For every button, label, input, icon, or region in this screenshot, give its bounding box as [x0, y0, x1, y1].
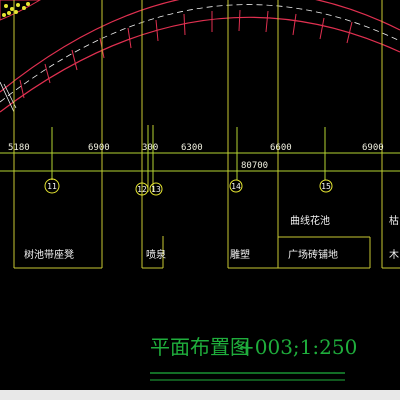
svg-text:14: 14: [231, 182, 241, 191]
planting-block: [0, 0, 41, 113]
drawing-scale: +003;1:250: [238, 335, 357, 359]
arc-walkway: [0, 0, 400, 113]
title-block: 平面布置图 +003;1:250: [150, 335, 357, 381]
drawing-title: 平面布置图: [150, 335, 250, 359]
cad-canvas[interactable]: 5180 6900 300 6300 6600 6900 80700 11 12…: [0, 0, 400, 400]
status-bar: [0, 390, 400, 400]
svg-text:13: 13: [151, 185, 161, 194]
zone-label-fountain: 喷泉: [146, 248, 166, 261]
svg-text:11: 11: [47, 182, 57, 191]
dimension-text: 5180: [8, 143, 30, 153]
plan-drawing: 5180 6900 300 6300 6600 6900 80700 11 12…: [0, 0, 400, 381]
vertical-guides: [13, 0, 383, 268]
grid-bubble-13: 13: [149, 182, 163, 196]
zone-label-sculpture: 雕塑: [230, 248, 250, 261]
dimension-text: 6900: [362, 143, 384, 153]
zone-label-partial-2: 木: [389, 249, 399, 261]
grid-bubbles: 11 12 13 14 15: [44, 178, 333, 196]
zone-label-partial-1: 枯: [389, 214, 399, 227]
dimension-texts: 5180 6900 300 6300 6600 6900 80700: [8, 143, 384, 171]
dimension-text: 6300: [181, 143, 203, 153]
dimension-text: 6600: [270, 143, 292, 153]
total-dimension-text: 80700: [241, 161, 268, 171]
zone-label-tree-pool: 树池带座凳: [24, 248, 74, 261]
dimension-text: 300: [142, 143, 158, 153]
zone-label-plaza-paving: 广场砖铺地: [288, 248, 338, 261]
svg-text:15: 15: [321, 182, 331, 191]
grid-bubble-14: 14: [229, 179, 243, 193]
svg-text:12: 12: [137, 185, 147, 194]
grid-bubble-12: 12: [135, 182, 149, 196]
grid-bubble-15: 15: [319, 179, 333, 193]
dimension-text: 6900: [88, 143, 110, 153]
zone-label-curved-planter: 曲线花池: [290, 214, 330, 227]
dimension-lines: [0, 127, 400, 180]
grid-bubble-11: 11: [44, 178, 60, 194]
